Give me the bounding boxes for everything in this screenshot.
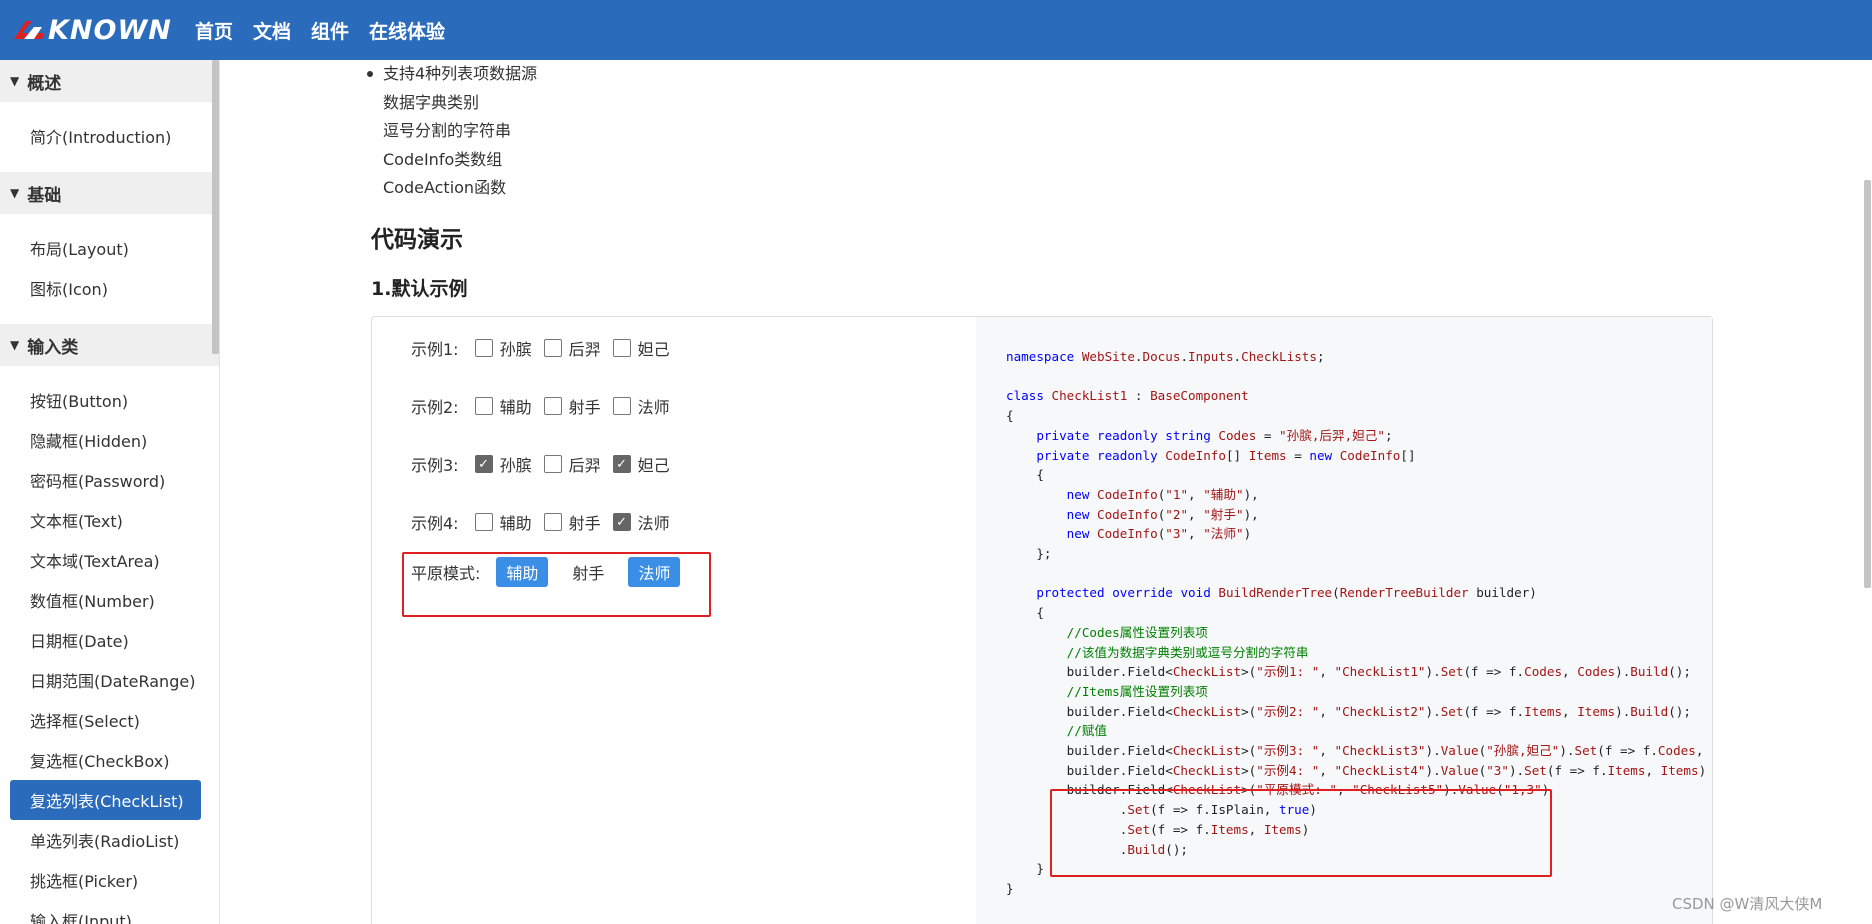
checkbox-checked-icon: ✓ — [612, 455, 631, 473]
checkbox-option[interactable]: 辅助 — [474, 394, 532, 418]
sidebar-group-label: 概述 — [27, 73, 62, 94]
checkbox-option[interactable]: 法师 — [612, 394, 670, 418]
nav-home[interactable]: 首页 — [195, 17, 233, 44]
checkbox-option[interactable]: ✓ 妲己 — [612, 452, 670, 476]
checkbox-option[interactable]: 辅助 — [474, 510, 532, 534]
nav-components[interactable]: 组件 — [311, 17, 349, 44]
sidebar-item-button[interactable]: 按钮(Button) — [0, 380, 219, 420]
sidebar-scrollbar[interactable] — [212, 60, 219, 354]
expand-triangle-icon: ▼ — [10, 186, 20, 200]
option-label: 射手 — [568, 514, 601, 533]
checklist-row-1: 示例1: 孙膑 后羿 妲己 — [411, 336, 682, 360]
sidebar-item-select[interactable]: 选择框(Select) — [0, 700, 219, 740]
sidebar-item-picker[interactable]: 挑选框(Picker) — [0, 860, 219, 900]
code-block: namespace WebSite.Docus.Inputs.CheckList… — [976, 317, 1712, 924]
checkbox-icon — [474, 339, 493, 357]
checkbox-icon — [474, 397, 493, 415]
list-item: CodeInfo类数组 — [383, 149, 503, 169]
checklist-row-2: 示例2: 辅助 射手 法师 — [411, 394, 682, 418]
option-label: 妲己 — [637, 456, 670, 475]
checkbox-option[interactable]: 妲己 — [612, 336, 670, 360]
field-label: 示例4: — [411, 514, 459, 533]
sidebar-item-number[interactable]: 数值框(Number) — [0, 580, 219, 620]
logo-mark-icon — [12, 19, 46, 41]
option-label: 妲己 — [637, 340, 670, 359]
checkbox-option[interactable]: 后羿 — [543, 452, 601, 476]
sidebar-item-hidden[interactable]: 隐藏框(Hidden) — [0, 420, 219, 460]
sidebar-item-introduction[interactable]: 简介(Introduction) — [0, 116, 219, 156]
sidebar-item-checklist[interactable]: 复选列表(CheckList) — [10, 780, 201, 820]
checkbox-icon — [612, 339, 631, 357]
subsection-title: 1.默认示例 — [371, 278, 468, 300]
sidebar-item-icon[interactable]: 图标(Icon) — [0, 268, 219, 308]
sidebar: ▼ 概述 简介(Introduction) ▼ 基础 布局(Layout) 图标… — [0, 60, 220, 924]
checkbox-option[interactable]: 射手 — [543, 510, 601, 534]
option-label: 辅助 — [499, 514, 532, 533]
watermark: CSDN @W清风大侠M — [1672, 895, 1823, 913]
list-item: CodeAction函数 — [383, 178, 507, 197]
checklist-row-4: 示例4: 辅助 射手 ✓ 法师 — [411, 510, 682, 534]
expand-triangle-icon: ▼ — [10, 74, 20, 88]
sidebar-item-text[interactable]: 文本框(Text) — [0, 500, 219, 540]
checkbox-option[interactable]: 射手 — [543, 394, 601, 418]
expand-triangle-icon: ▼ — [10, 338, 20, 352]
sidebar-item-date[interactable]: 日期框(Date) — [0, 620, 219, 660]
sidebar-group-overview[interactable]: ▼ 概述 — [0, 60, 219, 102]
sidebar-item-daterange[interactable]: 日期范围(DateRange) — [0, 660, 219, 700]
bullet-dot-icon — [367, 71, 373, 77]
sidebar-item-input[interactable]: 输入框(Input) — [0, 900, 219, 924]
checkbox-checked-icon: ✓ — [612, 513, 631, 531]
list-item-text: 支持4种列表项数据源 — [383, 64, 538, 83]
demo-box: 示例1: 孙膑 后羿 妲己 示例2: 辅助 射手 法师 示例3: ✓ 孙膑 后羿 … — [371, 316, 1713, 924]
top-nav: 首页 文档 组件 在线体验 — [195, 0, 465, 60]
sidebar-item-radiolist[interactable]: 单选列表(RadioList) — [0, 820, 219, 860]
checkbox-icon — [474, 513, 493, 531]
field-label: 示例1: — [411, 340, 459, 359]
highlight-box — [402, 552, 711, 617]
top-header: KNOWN 首页 文档 组件 在线体验 — [0, 0, 1872, 60]
main-content: 支持4种列表项数据源 数据字典类别 逗号分割的字符串 CodeInfo类数组 C… — [222, 60, 1872, 924]
option-label: 辅助 — [499, 398, 532, 417]
checkbox-option[interactable]: 后羿 — [543, 336, 601, 360]
checkbox-icon — [543, 339, 562, 357]
nav-online-demo[interactable]: 在线体验 — [369, 17, 445, 44]
sidebar-group-label: 输入类 — [27, 337, 79, 358]
sidebar-group-inputs[interactable]: ▼ 输入类 — [0, 324, 219, 366]
option-label: 孙膑 — [499, 340, 532, 359]
sidebar-group-basic[interactable]: ▼ 基础 — [0, 172, 219, 214]
sidebar-item-layout[interactable]: 布局(Layout) — [0, 228, 219, 268]
option-label: 孙膑 — [499, 456, 532, 475]
option-label: 法师 — [637, 514, 670, 533]
checkbox-option[interactable]: ✓ 法师 — [612, 510, 670, 534]
section-title: 代码演示 — [371, 227, 463, 253]
field-label: 示例3: — [411, 456, 459, 475]
sidebar-item-password[interactable]: 密码框(Password) — [0, 460, 219, 500]
checkbox-icon — [543, 397, 562, 415]
page-scrollbar[interactable] — [1864, 180, 1871, 588]
option-label: 后羿 — [568, 340, 601, 359]
highlight-box — [1050, 789, 1552, 877]
checklist-row-3: 示例3: ✓ 孙膑 后羿 ✓ 妲己 — [411, 452, 682, 476]
demo-preview: 示例1: 孙膑 后羿 妲己 示例2: 辅助 射手 法师 示例3: ✓ 孙膑 后羿 … — [372, 317, 976, 924]
sidebar-item-checkbox[interactable]: 复选框(CheckBox) — [0, 740, 219, 780]
checkbox-option[interactable]: ✓ 孙膑 — [474, 452, 532, 476]
option-label: 后羿 — [568, 456, 601, 475]
option-label: 法师 — [637, 398, 670, 417]
field-label: 示例2: — [411, 398, 459, 417]
checkbox-icon — [612, 397, 631, 415]
checkbox-option[interactable]: 孙膑 — [474, 336, 532, 360]
list-item: 支持4种列表项数据源 — [367, 60, 538, 89]
list-item: 数据字典类别 — [383, 92, 480, 112]
sidebar-group-label: 基础 — [27, 185, 62, 206]
checkbox-checked-icon: ✓ — [474, 455, 493, 473]
option-label: 射手 — [568, 398, 601, 417]
logo[interactable]: KNOWN — [12, 14, 172, 46]
feature-list: 支持4种列表项数据源 数据字典类别 逗号分割的字符串 CodeInfo类数组 C… — [367, 60, 538, 203]
checkbox-icon — [543, 513, 562, 531]
sidebar-item-textarea[interactable]: 文本域(TextArea) — [0, 540, 219, 580]
list-item: 逗号分割的字符串 — [383, 121, 512, 140]
checkbox-icon — [543, 455, 562, 473]
logo-text: KNOWN — [48, 14, 172, 46]
nav-docs[interactable]: 文档 — [253, 17, 291, 44]
